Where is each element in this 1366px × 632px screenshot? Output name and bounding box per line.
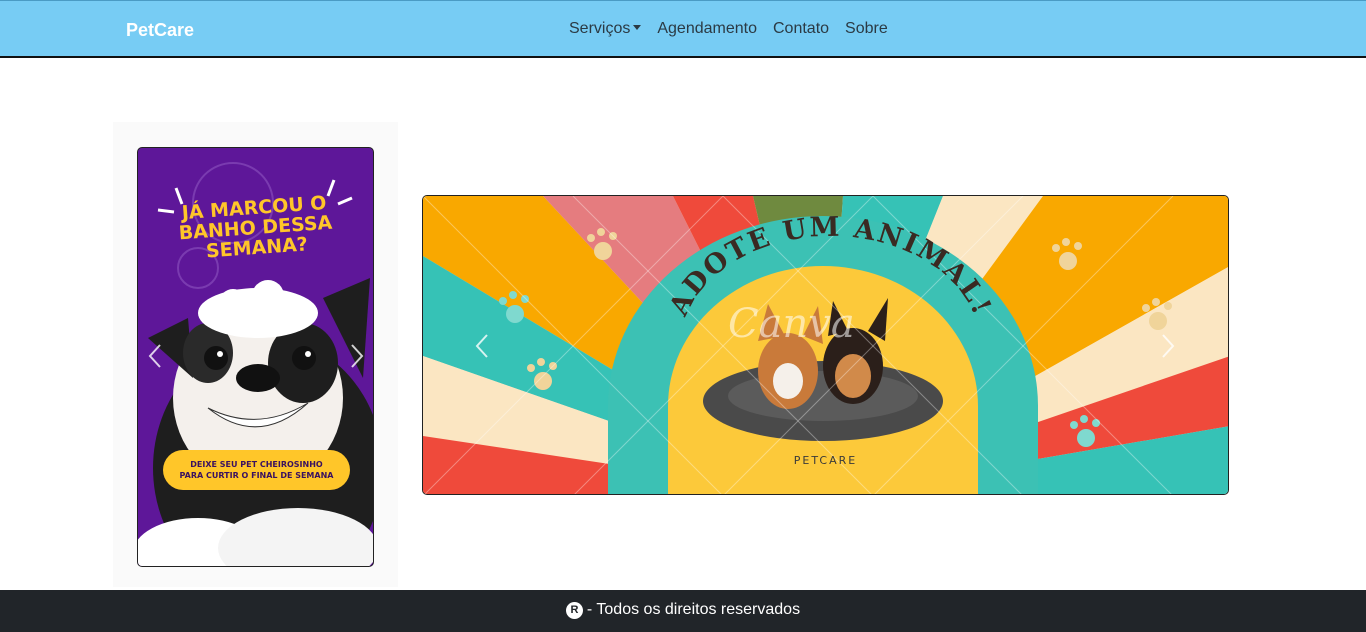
nav-item-label: Serviços <box>569 20 631 37</box>
nav-menu: Serviços Agendamento Contato Sobre <box>569 20 888 38</box>
nav-item-sobre[interactable]: Sobre <box>845 20 888 38</box>
caret-down-icon <box>633 25 642 30</box>
footer-text: - Todos os direitos reservados <box>586 601 801 618</box>
main-carousel-slide: ADOTE UM ANIMAL! Canva PETCARE <box>422 195 1229 495</box>
side-carousel-slide: JÁ MARCOU O BANHO DESSA SEMANA? DEIXE SE… <box>137 147 374 567</box>
nav-item-agendamento[interactable]: Agendamento <box>657 20 757 38</box>
canva-watermark: Canva <box>728 301 855 347</box>
registered-icon: R <box>565 602 583 619</box>
carousel-next-chevron-right-icon[interactable] <box>1161 333 1175 359</box>
carousel-prev-chevron-left-icon[interactable] <box>148 343 162 369</box>
side-ad-pill: DEIXE SEU PET CHEIROSINHO PARA CURTIR O … <box>163 450 350 490</box>
brand-logo-link[interactable]: PetCare <box>126 20 194 41</box>
footer: R- Todos os direitos reservados <box>0 590 1366 632</box>
navbar: PetCare Serviços Agendamento Contato Sob… <box>0 0 1366 58</box>
carousel-prev-chevron-left-icon[interactable] <box>475 333 489 359</box>
nav-item-contato[interactable]: Contato <box>773 20 829 38</box>
banner-petcare-label: PETCARE <box>793 454 858 467</box>
nav-item-servicos[interactable]: Serviços <box>569 20 642 38</box>
carousel-next-chevron-right-icon[interactable] <box>350 343 364 369</box>
